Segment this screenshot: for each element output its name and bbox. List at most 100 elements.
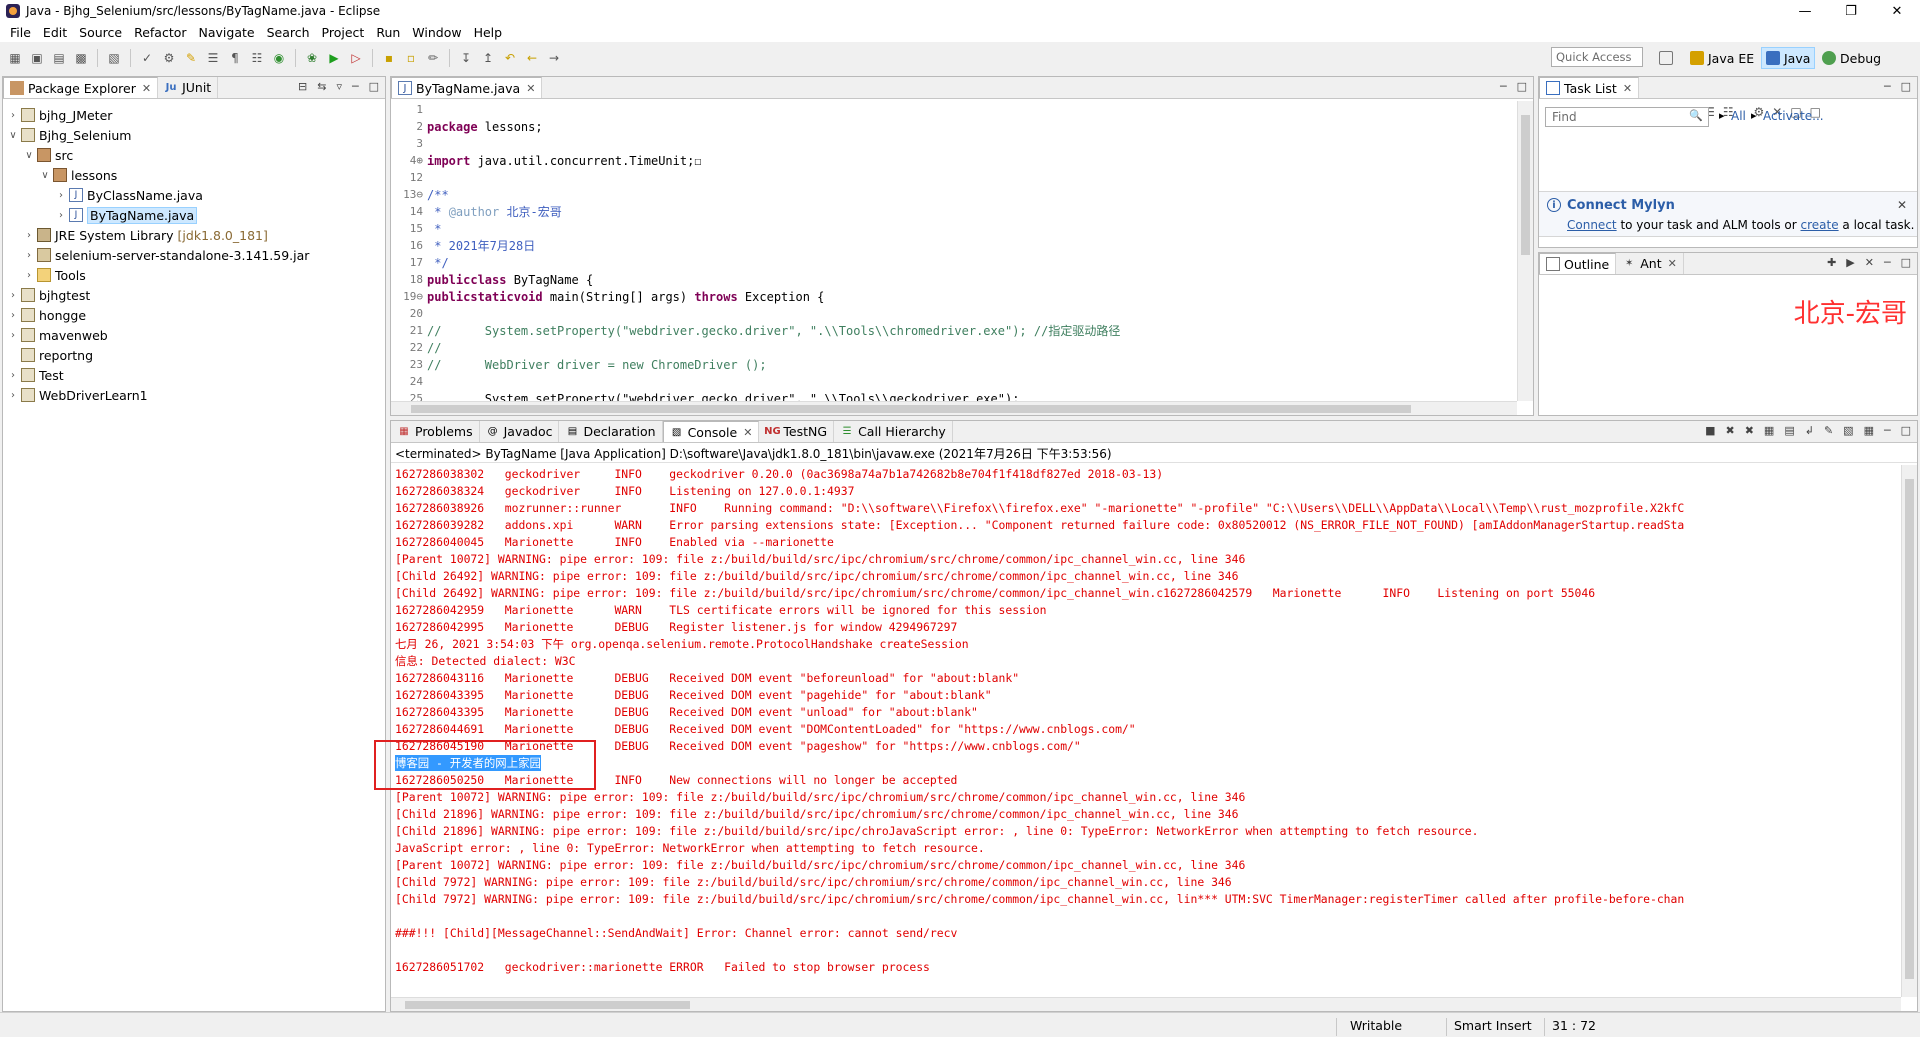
tree-item[interactable]: › honggе: [3, 305, 385, 325]
close-button[interactable]: ✕: [1874, 0, 1920, 22]
tree-item[interactable]: reportng: [3, 345, 385, 365]
save-all-icon[interactable]: ▤: [50, 49, 68, 67]
tab-bytagname-java[interactable]: J ByTagName.java ✕: [391, 77, 543, 98]
tab-call-hierarchy[interactable]: ☰ Call Hierarchy: [834, 421, 953, 442]
remove-launch-icon[interactable]: ✖: [1725, 424, 1734, 437]
quick-access-input[interactable]: Quick Access: [1551, 47, 1643, 67]
code-line[interactable]: //: [427, 339, 1513, 356]
maximize-view-icon[interactable]: □: [1901, 80, 1911, 93]
minimize-view-icon[interactable]: ─: [352, 80, 359, 93]
chevron-right-icon[interactable]: ›: [7, 310, 19, 321]
tree-item[interactable]: › selenium-server-standalone-3.141.59.jar: [3, 245, 385, 265]
code-line[interactable]: [427, 373, 1513, 390]
code-line[interactable]: [427, 169, 1513, 186]
menu-project[interactable]: Project: [316, 25, 371, 40]
menu-run[interactable]: Run: [370, 25, 406, 40]
chevron-right-icon[interactable]: ›: [7, 390, 19, 401]
display-console-icon[interactable]: ▧: [1843, 424, 1853, 437]
chevron-right-icon[interactable]: ›: [55, 210, 67, 221]
tab-outline[interactable]: Outline: [1539, 253, 1617, 274]
tree-item[interactable]: › bjhg_JMeter: [3, 105, 385, 125]
minimize-view-icon[interactable]: ─: [1884, 424, 1891, 437]
remove-all-icon[interactable]: ✖: [1745, 424, 1754, 437]
new-java-class-icon[interactable]: ◉: [270, 49, 288, 67]
build-icon[interactable]: ⚙: [160, 49, 178, 67]
tab-ant[interactable]: ✶ Ant ✕: [1616, 253, 1684, 274]
tree-item[interactable]: › mavenweb: [3, 325, 385, 345]
chevron-right-icon[interactable]: ›: [7, 290, 19, 301]
minimize-view-icon[interactable]: ─: [1884, 80, 1891, 93]
skip-breakpoints-icon[interactable]: ✓: [138, 49, 156, 67]
code-editor[interactable]: 1 2 3 4⊕ 12 13⊖ 14 15 16 17 18 19⊖ 20 21 22 23 24 25 pack…: [391, 101, 1533, 415]
toggle-block-icon[interactable]: ☰: [204, 49, 222, 67]
tree-item[interactable]: › J ByTagName.java: [3, 205, 385, 225]
editor-vertical-scrollbar[interactable]: [1517, 101, 1533, 401]
editor-horizontal-scrollbar[interactable]: [391, 401, 1517, 415]
minimize-view-icon[interactable]: ─: [1500, 80, 1507, 93]
clear-console-icon[interactable]: ▦: [1764, 424, 1774, 437]
link-with-editor-icon[interactable]: ⇆: [317, 80, 326, 93]
tree-item[interactable]: › bjhgtest: [3, 285, 385, 305]
menu-navigate[interactable]: Navigate: [193, 25, 261, 40]
minimize-view-icon[interactable]: ─: [1884, 256, 1891, 269]
tab-javadoc[interactable]: @ Javadoc: [480, 421, 560, 442]
menu-refactor[interactable]: Refactor: [128, 25, 192, 40]
create-link[interactable]: create: [1801, 218, 1839, 232]
console-horizontal-scrollbar[interactable]: [391, 997, 1901, 1011]
tree-item[interactable]: › WebDriverLearn1: [3, 385, 385, 405]
chevron-down-icon[interactable]: ∨: [7, 130, 19, 141]
run-external-icon[interactable]: ▷: [347, 49, 365, 67]
tab-console[interactable]: ▧ Console ✕: [662, 421, 760, 442]
code-area[interactable]: package lessons; import java.util.concurr…: [427, 101, 1513, 402]
chevron-right-icon[interactable]: ›: [23, 250, 35, 261]
run-icon[interactable]: ▶: [325, 49, 343, 67]
close-icon[interactable]: ✕: [1897, 198, 1907, 212]
maximize-view-icon[interactable]: □: [1901, 256, 1911, 269]
collapse-all-icon[interactable]: ⊟: [298, 80, 307, 93]
code-line[interactable]: System.setProperty("webdriver.gecko.driv…: [427, 390, 1513, 402]
ant-remove-icon[interactable]: ✕: [1865, 256, 1874, 269]
previous-annotation-icon[interactable]: ↥: [479, 49, 497, 67]
forward-icon[interactable]: →: [545, 49, 563, 67]
code-line[interactable]: [427, 135, 1513, 152]
open-project-icon[interactable]: ▫: [402, 49, 420, 67]
close-icon[interactable]: ✕: [1668, 257, 1677, 270]
menu-file[interactable]: File: [4, 25, 37, 40]
chevron-right-icon[interactable]: ›: [7, 330, 19, 341]
minimize-button[interactable]: —: [1782, 0, 1828, 22]
back-icon[interactable]: ←: [523, 49, 541, 67]
code-line[interactable]: // WebDriver driver = new ChromeDriver (…: [427, 356, 1513, 373]
close-icon[interactable]: ✕: [743, 426, 752, 439]
tree-item[interactable]: › J ByClassName.java: [3, 185, 385, 205]
perspective-java[interactable]: Java: [1761, 47, 1816, 69]
open-folder-icon[interactable]: ▪: [380, 49, 398, 67]
maximize-button[interactable]: ❐: [1828, 0, 1874, 22]
ant-add-icon[interactable]: ✚: [1827, 256, 1836, 269]
code-line[interactable]: * 2021年7月28日: [427, 237, 1513, 254]
code-line[interactable]: *: [427, 220, 1513, 237]
ant-run-icon[interactable]: ▶: [1846, 256, 1854, 269]
tree-item[interactable]: › JRE System Library [jdk1.8.0_181]: [3, 225, 385, 245]
close-icon[interactable]: ✕: [526, 82, 535, 95]
code-line[interactable]: import java.util.concurrent.TimeUnit;☐: [427, 152, 1513, 169]
word-wrap-icon[interactable]: ↲: [1805, 424, 1814, 437]
maximize-view-icon[interactable]: □: [369, 80, 379, 93]
tree-item[interactable]: ∨ lessons: [3, 165, 385, 185]
tree-item[interactable]: › Test: [3, 365, 385, 385]
perspective-debug[interactable]: Debug: [1818, 47, 1885, 69]
pen-icon[interactable]: ✏: [424, 49, 442, 67]
tree-item[interactable]: ∨ src: [3, 145, 385, 165]
perspective-java-ee[interactable]: Java EE: [1686, 47, 1758, 69]
chevron-right-icon[interactable]: ›: [23, 230, 35, 241]
debug-icon[interactable]: ❀: [303, 49, 321, 67]
tree-item[interactable]: › Tools: [3, 265, 385, 285]
last-edit-icon[interactable]: ↶: [501, 49, 519, 67]
close-icon[interactable]: ✕: [1623, 82, 1632, 95]
code-line[interactable]: public class ByTagName {: [427, 271, 1513, 288]
new-icon[interactable]: ▦: [6, 49, 24, 67]
code-line[interactable]: /**: [427, 186, 1513, 203]
connect-link[interactable]: Connect: [1567, 218, 1617, 232]
open-console-icon[interactable]: ▦: [1864, 424, 1874, 437]
tab-junit[interactable]: Ju JUnit: [158, 77, 219, 98]
terminate-icon[interactable]: ■: [1705, 424, 1715, 437]
